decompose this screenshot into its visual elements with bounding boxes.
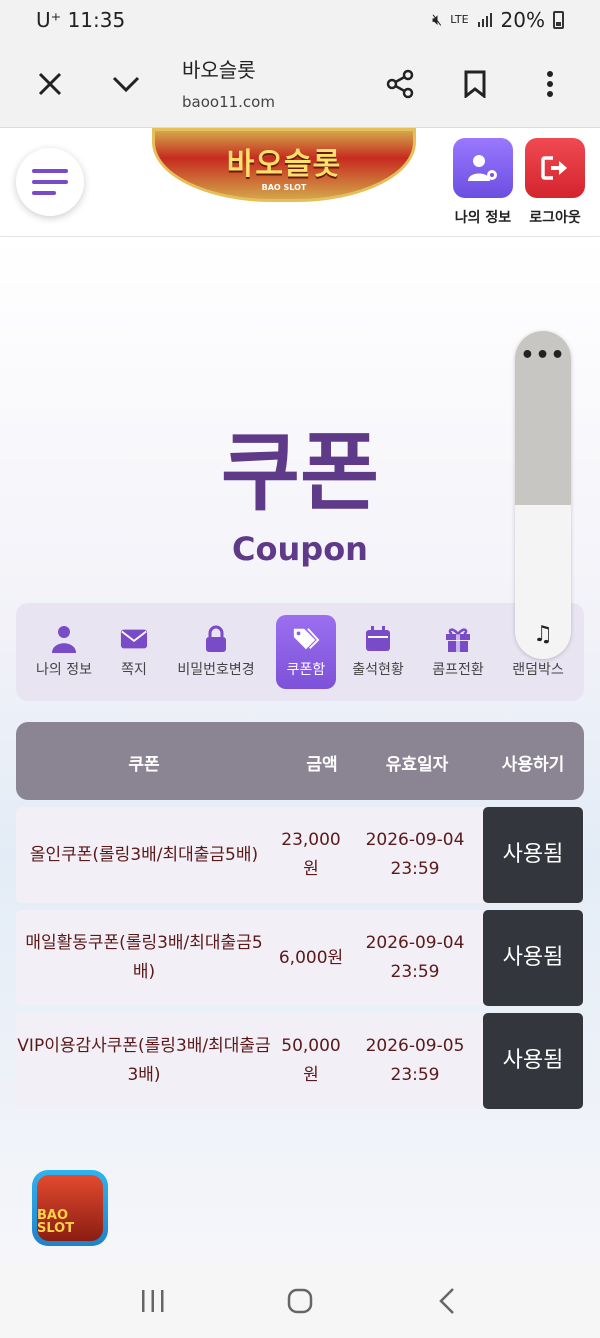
recent-apps-button[interactable] <box>133 1281 173 1321</box>
nav-item-attendance[interactable]: 출석현황 <box>338 615 418 689</box>
use-coupon-button[interactable]: 사용됨 <box>483 1013 583 1109</box>
sound-icon[interactable]: ♫ <box>515 622 571 647</box>
hamburger-menu-button[interactable] <box>16 148 84 216</box>
envelope-icon <box>120 625 148 653</box>
carrier: U⁺ <box>36 8 62 32</box>
site-logo[interactable]: 바오슬롯 BAO SLOT <box>152 128 416 202</box>
user-settings-icon <box>468 155 497 181</box>
coupon-tag-icon <box>292 625 320 653</box>
expiry-time: 23:59 <box>390 1065 440 1085</box>
expiry-date: 2026-09-04 <box>365 933 465 953</box>
logout-button[interactable] <box>525 138 585 198</box>
page-heading: 쿠폰 <box>220 423 380 523</box>
table-header: 쿠폰 금액 유효일자 사용하기 <box>16 722 584 800</box>
expiry-time: 23:59 <box>390 962 440 982</box>
coupon-amount: 50,000원 <box>281 1036 341 1085</box>
logout-label[interactable]: 로그아웃 <box>515 207 595 227</box>
column-header-amount: 금액 <box>306 755 338 775</box>
coupon-name: VIP이용감사쿠폰(롤링3배/최대출금3배) <box>17 1036 271 1085</box>
nav-label: 쪽지 <box>121 662 147 678</box>
menu-line-icon <box>32 169 68 173</box>
bao-slot-app-badge[interactable]: BAO SLOT <box>32 1170 108 1246</box>
expiry-date: 2026-09-05 <box>365 1036 465 1056</box>
coupon-name: 매일활동쿠폰(롤링3배/최대출금5배) <box>25 933 263 982</box>
expiry-date: 2026-09-04 <box>365 830 465 850</box>
home-button[interactable] <box>280 1281 320 1321</box>
main-content: 쿠폰 Coupon 나의 정보 쪽지 비밀번호변경 쿠폰함 출석현황 콤프전환 <box>0 237 600 1263</box>
back-icon <box>438 1287 454 1314</box>
battery-percent: 20% <box>500 8 545 32</box>
user-icon <box>50 625 78 653</box>
nav-item-comp-convert[interactable]: 콤프전환 <box>418 615 498 689</box>
nav-label: 나의 정보 <box>36 662 92 678</box>
more-vertical-icon <box>547 71 553 97</box>
column-header-expiry: 유효일자 <box>385 755 449 775</box>
table-row: 매일활동쿠폰(롤링3배/최대출금5배) 6,000원 2026-09-04 23… <box>16 910 584 1006</box>
bookmark-icon <box>464 70 486 98</box>
chevron-down-icon <box>112 76 140 93</box>
floating-media-widget[interactable]: ••• ♫ <box>515 331 571 659</box>
nav-label: 콤프전환 <box>432 662 484 678</box>
network-label: LTE <box>450 13 469 26</box>
nav-item-password[interactable]: 비밀번호변경 <box>166 615 266 689</box>
mute-icon: 🔇︎ <box>432 10 443 29</box>
expiry-time: 23:59 <box>390 859 440 879</box>
close-icon <box>38 72 62 96</box>
nav-label: 비밀번호변경 <box>177 662 255 678</box>
back-button[interactable] <box>427 1281 467 1321</box>
site-header: 바오슬롯 BAO SLOT 나의 정보 로그아웃 <box>0 128 600 236</box>
gift-icon <box>444 625 472 653</box>
more-dots-icon[interactable]: ••• <box>515 343 571 368</box>
coupon-amount: 6,000원 <box>278 947 344 968</box>
logout-icon <box>541 156 567 180</box>
nav-item-coupons[interactable]: 쿠폰함 <box>276 615 336 689</box>
table-row: VIP이용감사쿠폰(롤링3배/최대출금3배) 50,000원 2026-09-0… <box>16 1013 584 1109</box>
nav-item-messages[interactable]: 쪽지 <box>104 615 164 689</box>
coupon-table: 쿠폰 금액 유효일자 사용하기 올인쿠폰(롤링3배/최대출금5배) 23,000… <box>16 722 584 1109</box>
coupon-name: 올인쿠폰(롤링3배/최대출금5배) <box>29 844 259 865</box>
page-title-bar: 바오슬롯 <box>182 58 256 82</box>
status-left: U⁺ 11:35 <box>36 8 125 32</box>
column-header-coupon: 쿠폰 <box>128 755 160 775</box>
coupon-expiry: 2026-09-04 23:59 <box>350 807 480 903</box>
coupon-expiry: 2026-09-04 23:59 <box>350 910 480 1006</box>
lock-icon <box>202 625 230 653</box>
url-text[interactable]: baoo11.com <box>182 93 275 111</box>
clock: 11:35 <box>67 8 126 32</box>
menu-line-icon <box>32 191 56 195</box>
more-options-button[interactable] <box>528 62 572 106</box>
battery-icon <box>553 11 564 29</box>
nav-label: 출석현황 <box>352 662 404 678</box>
nav-label: 쿠폰함 <box>286 662 326 678</box>
share-icon <box>386 69 414 99</box>
app-badge-text: BAO SLOT <box>37 1175 103 1241</box>
browser-toolbar: 바오슬롯 baoo11.com <box>0 40 600 128</box>
my-info-label[interactable]: 나의 정보 <box>443 207 523 227</box>
use-coupon-button[interactable]: 사용됨 <box>483 807 583 903</box>
mypage-nav: 나의 정보 쪽지 비밀번호변경 쿠폰함 출석현황 콤프전환 랜덤박스 <box>16 603 584 701</box>
bookmark-button[interactable] <box>453 62 497 106</box>
home-icon <box>287 1288 313 1313</box>
logo-subtext: BAO SLOT <box>261 182 307 192</box>
share-button[interactable] <box>378 62 422 106</box>
use-coupon-button[interactable]: 사용됨 <box>483 910 583 1006</box>
column-header-use: 사용하기 <box>501 755 565 775</box>
status-bar: U⁺ 11:35 🔇︎ LTE 20% <box>0 0 600 40</box>
page-subheading: Coupon <box>232 530 368 568</box>
menu-line-icon <box>32 180 68 184</box>
signal-icon <box>477 13 492 27</box>
close-tab-button[interactable] <box>28 62 72 106</box>
recent-apps-icon <box>142 1289 164 1312</box>
android-nav-bar <box>0 1263 600 1338</box>
calendar-icon <box>364 625 392 653</box>
minimize-button[interactable] <box>104 62 148 106</box>
status-right: 🔇︎ LTE 20% <box>432 8 564 32</box>
logo-text: 바오슬롯 <box>226 146 342 182</box>
coupon-expiry: 2026-09-05 23:59 <box>350 1013 480 1109</box>
nav-label: 랜덤박스 <box>512 662 564 678</box>
my-info-button[interactable] <box>453 138 513 198</box>
table-row: 올인쿠폰(롤링3배/최대출금5배) 23,000원 2026-09-04 23:… <box>16 807 584 903</box>
nav-item-my-info[interactable]: 나의 정보 <box>24 615 104 689</box>
coupon-amount: 23,000원 <box>281 830 341 879</box>
